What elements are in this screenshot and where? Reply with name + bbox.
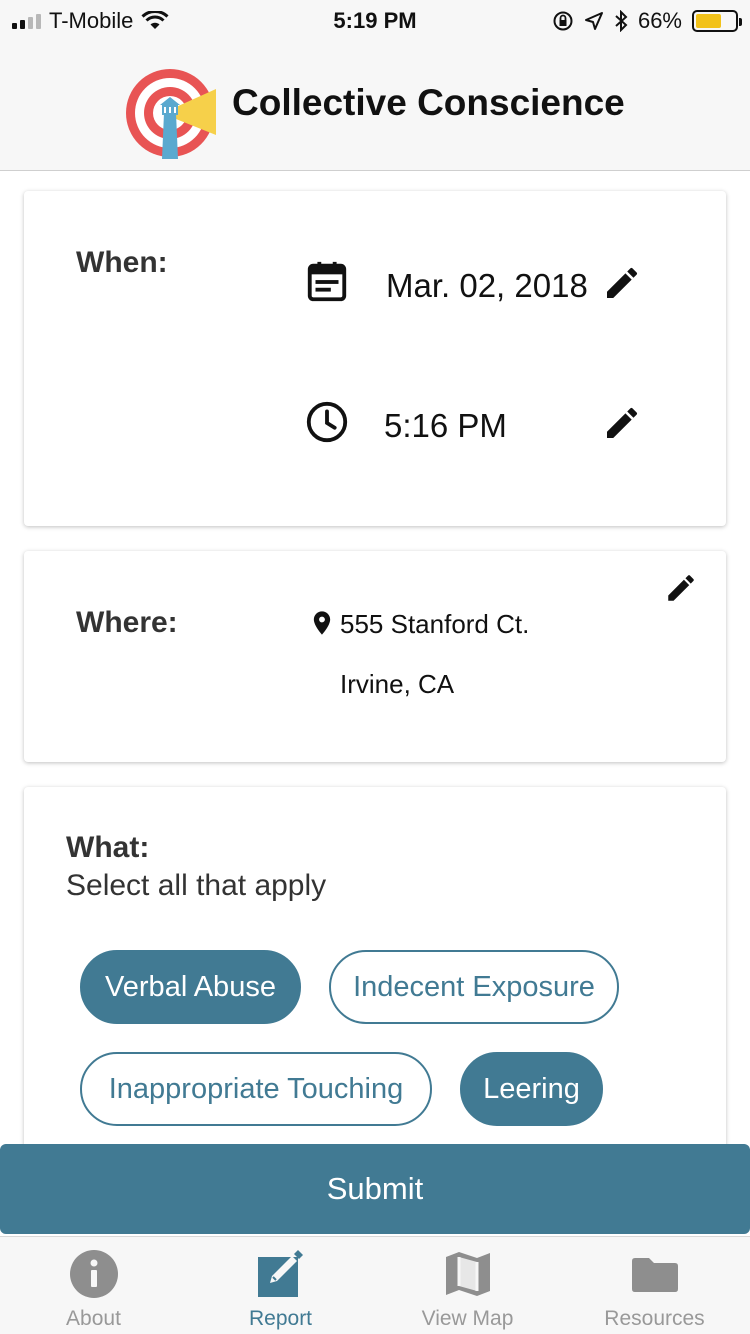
tab-about-label: About xyxy=(66,1307,121,1330)
tab-resources-label: Resources xyxy=(604,1307,705,1330)
app-header: Collective Conscience xyxy=(0,40,750,171)
tab-about[interactable]: About xyxy=(0,1237,187,1334)
edit-report-icon xyxy=(258,1250,303,1297)
tab-report-label: Report xyxy=(248,1307,313,1330)
edit-time-pencil-icon[interactable] xyxy=(602,403,642,443)
map-pin-icon xyxy=(313,611,331,635)
edit-location-pencil-icon[interactable] xyxy=(664,571,698,605)
tab-resources[interactable]: Resources xyxy=(561,1237,748,1334)
location-arrow-icon xyxy=(584,12,603,30)
info-icon xyxy=(70,1250,118,1298)
tab-view-map[interactable]: View Map xyxy=(374,1237,561,1334)
battery-level xyxy=(696,14,722,28)
calendar-icon[interactable] xyxy=(304,259,350,305)
lighthouse-target-logo xyxy=(126,69,216,159)
what-label: What: xyxy=(66,831,150,864)
battery-percent: 66% xyxy=(637,8,682,33)
chip-indecent-exposure[interactable]: Indecent Exposure xyxy=(329,950,619,1024)
status-bar: T-Mobile 5:19 PM 66% xyxy=(0,0,750,40)
when-card: When: Mar. 02, 2018 5:16 PM xyxy=(24,191,726,526)
clock-icon[interactable] xyxy=(304,399,350,445)
what-hint: Select all that apply xyxy=(66,869,327,902)
what-card: What: Select all that apply Verbal Abuse… xyxy=(24,787,726,1167)
app-title: Collective Conscience xyxy=(232,82,625,123)
tab-view-map-label: View Map xyxy=(421,1307,514,1330)
where-label: Where: xyxy=(76,606,178,639)
battery-icon xyxy=(692,10,742,32)
chip-inappropriate-touching[interactable]: Inappropriate Touching xyxy=(80,1052,432,1126)
when-time-value[interactable]: 5:16 PM xyxy=(384,407,507,445)
status-right: 66% xyxy=(552,8,742,34)
folder-icon xyxy=(632,1258,678,1292)
orientation-lock-icon xyxy=(553,11,573,31)
submit-button[interactable]: Submit xyxy=(0,1144,750,1234)
map-icon xyxy=(446,1252,490,1296)
tab-report[interactable]: Report xyxy=(187,1237,374,1334)
address-line-2: Irvine, CA xyxy=(340,669,455,699)
when-date-value[interactable]: Mar. 02, 2018 xyxy=(386,267,588,305)
chip-leering[interactable]: Leering xyxy=(460,1052,603,1126)
edit-date-pencil-icon[interactable] xyxy=(602,263,642,303)
bluetooth-icon xyxy=(615,10,628,32)
address-line-1: 555 Stanford Ct. xyxy=(340,609,530,639)
tab-bar: About Report View Map Resources xyxy=(0,1236,750,1334)
chip-verbal-abuse[interactable]: Verbal Abuse xyxy=(80,950,301,1024)
when-label: When: xyxy=(76,246,168,279)
where-card: Where: 555 Stanford Ct. Irvine, CA xyxy=(24,551,726,762)
